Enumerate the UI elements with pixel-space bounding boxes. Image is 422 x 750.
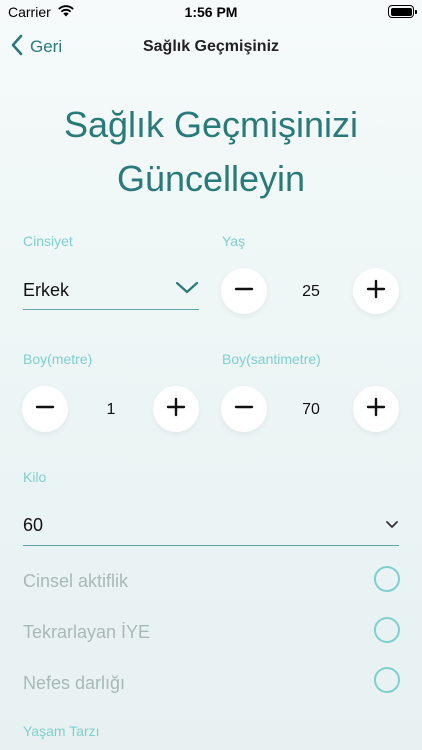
chevron-down-icon: [385, 517, 399, 535]
page-title: Sağlık Geçmişinizi Güncelleyin: [0, 98, 422, 206]
age-value: 25: [302, 283, 320, 300]
lifestyle-label: Yaşam Tarzı: [23, 723, 100, 739]
height-cm-value: 70: [302, 401, 320, 418]
age-increment-button[interactable]: [353, 268, 399, 314]
age-label: Yaş: [222, 233, 246, 249]
height-m-increment-button[interactable]: [153, 386, 199, 432]
minus-icon: [35, 397, 55, 422]
age-decrement-button[interactable]: [221, 268, 267, 314]
battery-icon: [388, 5, 417, 18]
condition-label-shortness-of-breath: Nefes darlığı: [23, 673, 126, 693]
gender-select[interactable]: Erkek: [23, 272, 199, 310]
weight-select[interactable]: 60: [23, 506, 399, 546]
condition-label-recurrent-uti: Tekrarlayan İYE: [23, 622, 151, 642]
height-cm-decrement-button[interactable]: [221, 386, 267, 432]
weight-label: Kilo: [23, 469, 47, 485]
page-title-line2: Güncelleyin: [116, 158, 306, 199]
plus-icon: [366, 279, 386, 304]
gender-value: Erkek: [23, 280, 70, 300]
gender-label: Cinsiyet: [23, 233, 73, 249]
height-cm-label: Boy(santimetre): [222, 351, 321, 367]
status-time: 1:56 PM: [184, 4, 238, 20]
plus-icon: [366, 397, 386, 422]
minus-icon: [234, 279, 254, 304]
minus-icon: [234, 397, 254, 422]
weight-value: 60: [23, 515, 44, 535]
page-title-line1: Sağlık Geçmişinizi: [63, 104, 359, 145]
nav-title: Sağlık Geçmişiniz: [142, 38, 280, 55]
plus-icon: [166, 397, 186, 422]
condition-radio-sexual-activity[interactable]: [374, 566, 400, 592]
height-cm-increment-button[interactable]: [353, 386, 399, 432]
condition-radio-shortness-of-breath[interactable]: [374, 667, 400, 693]
height-m-decrement-button[interactable]: [22, 386, 68, 432]
height-m-label: Boy(metre): [23, 351, 93, 367]
chevron-down-icon: [175, 281, 199, 300]
condition-label-sexual-activity: Cinsel aktiflik: [23, 571, 129, 591]
height-m-value: 1: [106, 401, 116, 418]
condition-radio-recurrent-uti[interactable]: [374, 617, 400, 643]
